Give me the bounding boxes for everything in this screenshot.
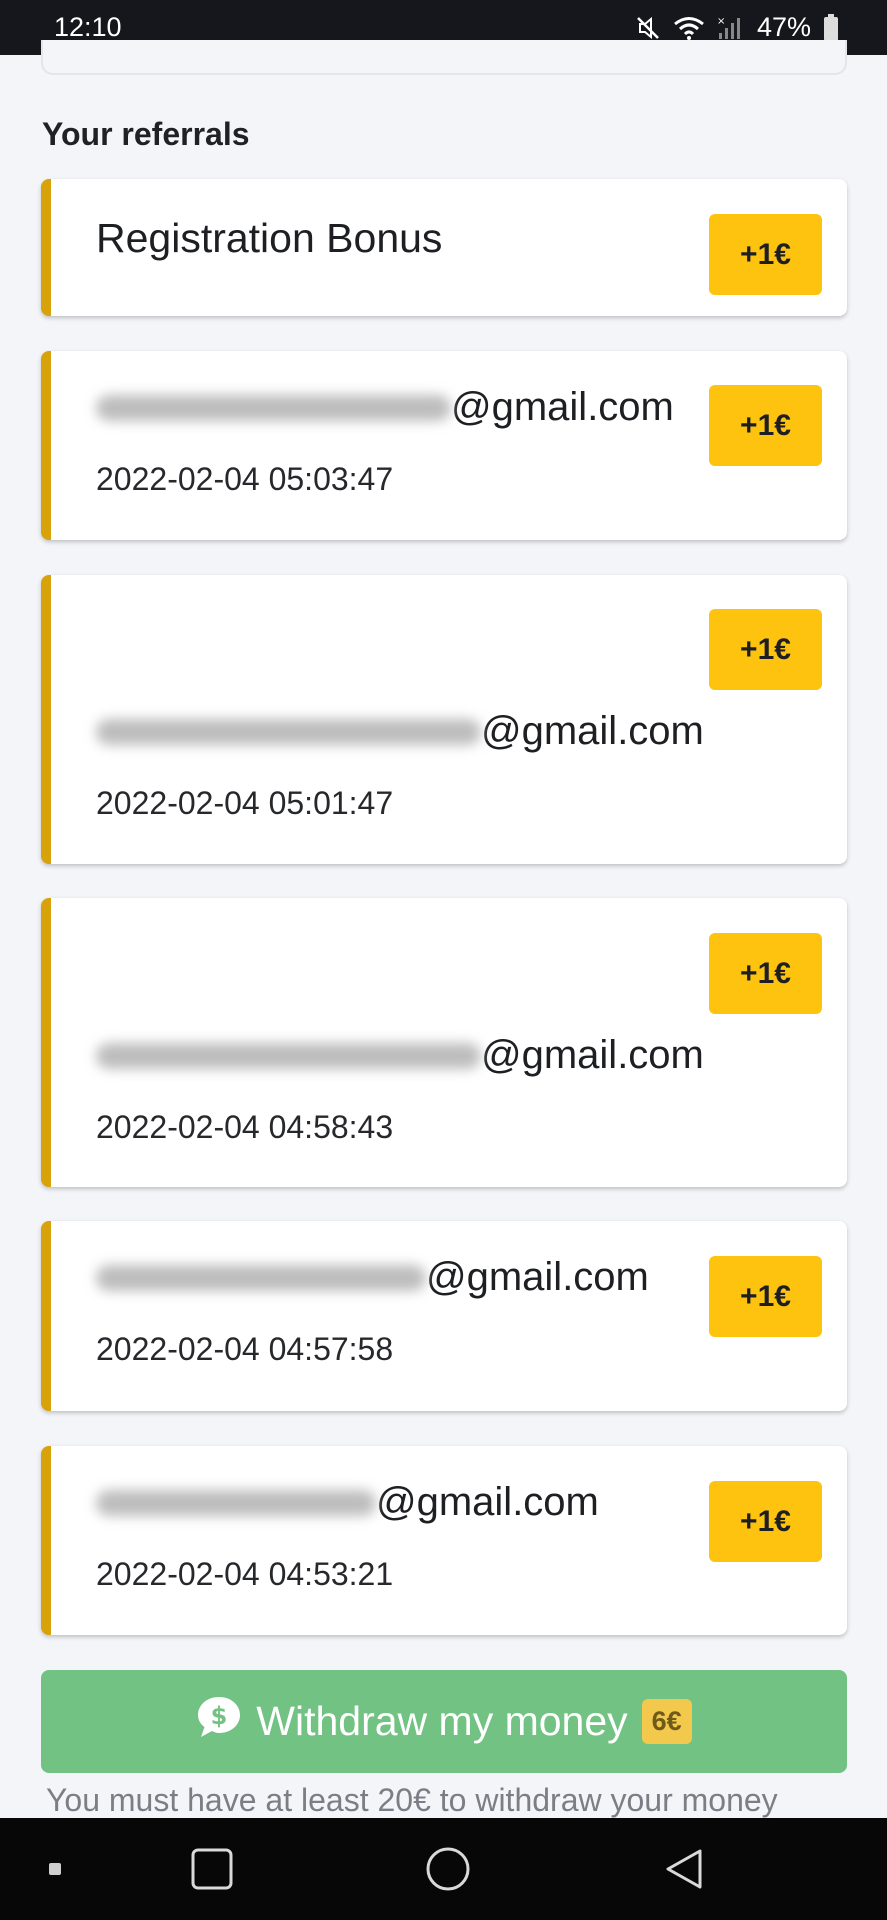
referral-email: @gmail.com — [96, 1033, 704, 1078]
referral-email: @gmail.com — [96, 1255, 649, 1300]
redacted-email-user — [96, 1489, 376, 1516]
referral-card: @gmail.com 2022-02-04 04:53:21 +1€ — [41, 1446, 847, 1635]
status-icons: × 47% — [635, 12, 839, 43]
previous-card-edge — [41, 40, 847, 75]
email-domain: @gmail.com — [451, 385, 674, 429]
mute-icon — [635, 15, 661, 41]
referral-date: 2022-02-04 04:53:21 — [96, 1556, 394, 1592]
referral-card: +1€ @gmail.com 2022-02-04 05:01:47 — [41, 575, 847, 864]
referral-date: 2022-02-04 05:01:47 — [96, 785, 394, 821]
home-icon[interactable] — [418, 1818, 478, 1920]
dollar-chat-icon: $ — [196, 1695, 242, 1749]
bonus-badge: +1€ — [709, 214, 822, 295]
signal-icon: × — [717, 15, 745, 41]
bonus-badge: +1€ — [709, 385, 822, 466]
balance-badge: 6€ — [641, 1699, 692, 1744]
battery-icon — [823, 13, 839, 42]
recents-icon[interactable] — [182, 1818, 242, 1920]
withdraw-button[interactable]: $ Withdraw my money 6€ — [41, 1670, 847, 1773]
referral-date: 2022-02-04 04:57:58 — [96, 1331, 394, 1367]
redacted-email-user — [96, 1264, 426, 1291]
battery-text: 47% — [756, 12, 811, 42]
referral-card: @gmail.com 2022-02-04 05:03:47 +1€ — [41, 351, 847, 540]
back-icon[interactable] — [654, 1818, 714, 1920]
bonus-badge: +1€ — [709, 933, 822, 1014]
status-time: 12:10 — [54, 12, 122, 42]
referral-email: @gmail.com — [96, 709, 704, 754]
menu-dot-icon — [40, 1818, 70, 1920]
referral-date: 2022-02-04 04:58:43 — [96, 1109, 394, 1145]
minimum-withdraw-note: You must have at least 20€ to withdraw y… — [46, 1782, 778, 1818]
referral-card: @gmail.com 2022-02-04 04:57:58 +1€ — [41, 1221, 847, 1411]
referral-email: @gmail.com — [96, 385, 674, 430]
bonus-badge: +1€ — [709, 609, 822, 690]
bonus-badge: +1€ — [709, 1256, 822, 1337]
svg-text:$: $ — [211, 1702, 228, 1730]
referral-email: @gmail.com — [96, 1480, 599, 1525]
withdraw-label: Withdraw my money — [256, 1698, 628, 1744]
navigation-bar — [0, 1818, 887, 1920]
referral-date: 2022-02-04 05:03:47 — [96, 461, 394, 497]
redacted-email-user — [96, 1042, 481, 1069]
email-domain: @gmail.com — [481, 1033, 704, 1077]
redacted-email-user — [96, 394, 451, 421]
email-domain: @gmail.com — [481, 709, 704, 753]
email-domain: @gmail.com — [426, 1255, 649, 1299]
section-title: Your referrals — [42, 116, 250, 152]
registration-bonus-card: Registration Bonus +1€ — [41, 179, 847, 316]
registration-bonus-title: Registration Bonus — [96, 215, 443, 261]
wifi-icon — [673, 15, 705, 41]
email-domain: @gmail.com — [376, 1480, 599, 1524]
referral-card: +1€ @gmail.com 2022-02-04 04:58:43 — [41, 898, 847, 1187]
svg-text:×: × — [717, 16, 725, 27]
bonus-badge: +1€ — [709, 1481, 822, 1562]
redacted-email-user — [96, 718, 481, 745]
